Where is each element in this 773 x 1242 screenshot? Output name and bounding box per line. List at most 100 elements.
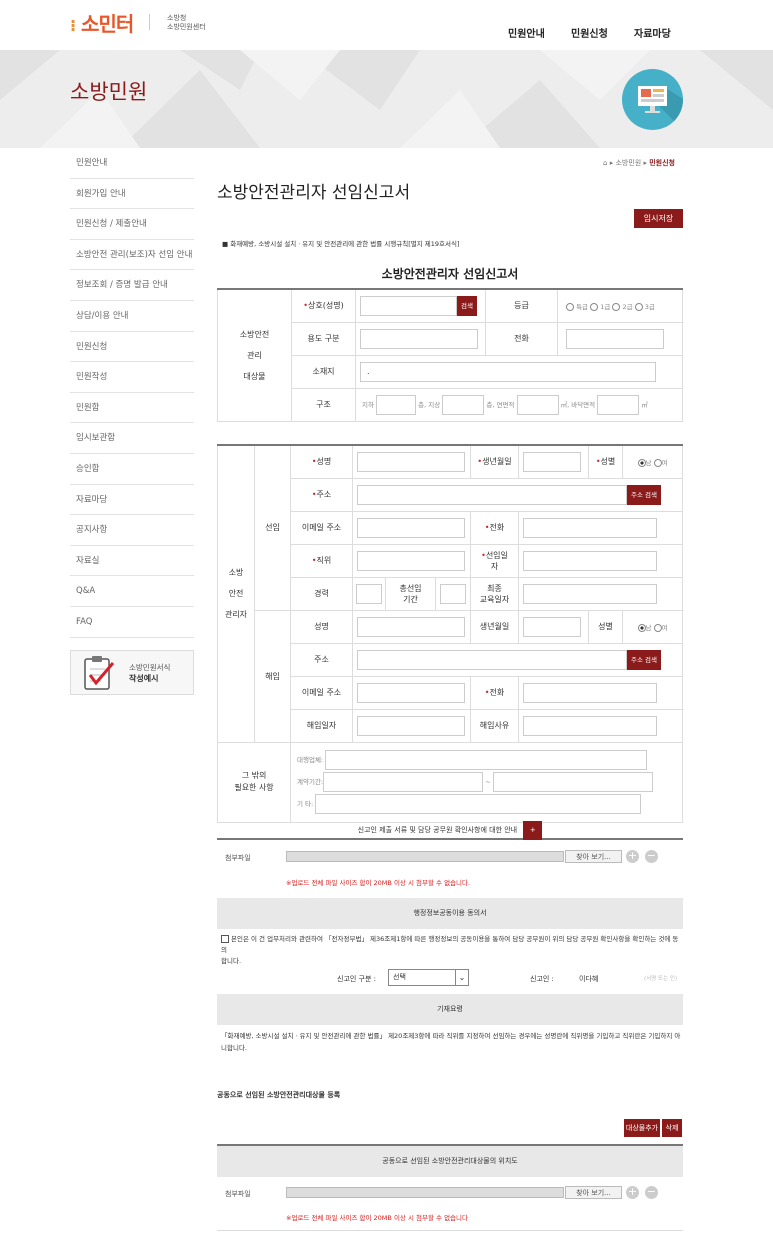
- grade-radio-1[interactable]: [590, 302, 599, 311]
- sidebar-item-notice[interactable]: 공지사항: [70, 515, 194, 546]
- sidebar-item-consult-guide[interactable]: 상담/이용 안내: [70, 301, 194, 332]
- appoint-name-input[interactable]: [357, 451, 465, 472]
- dismiss-name-input[interactable]: [357, 616, 465, 637]
- sidebar: 민원안내 회원가입 안내 민원신청 / 제출안내 소방안전 관리(보조)자 선임…: [70, 148, 194, 695]
- grade-radio-special[interactable]: [566, 302, 574, 311]
- sidebar-item-apply[interactable]: 민원신청: [70, 332, 194, 363]
- joint-title: 공동으로 선임된 소방안전관리대상물 등록: [217, 1091, 341, 1099]
- dismiss-birth-input[interactable]: [523, 616, 581, 637]
- dismiss-addr-search-button[interactable]: 주소 검색: [627, 649, 661, 670]
- grade-radio-2[interactable]: [612, 302, 621, 311]
- joint-add-file-icon[interactable]: +: [626, 1186, 639, 1199]
- consent-checkbox[interactable]: [221, 935, 229, 943]
- sidebar-item-temp[interactable]: 임시보관함: [70, 423, 194, 454]
- add-target-button[interactable]: 대상물추가: [624, 1119, 660, 1137]
- use-label: 용도 구분: [291, 321, 356, 356]
- dismiss-reason-input[interactable]: [523, 715, 657, 736]
- site-logo[interactable]: ⁝ 소민터: [70, 8, 134, 37]
- dismiss-email-label: 이메일 주소: [290, 675, 353, 710]
- appoint-birth-input[interactable]: [523, 451, 581, 472]
- dismiss-addr-input[interactable]: [357, 649, 627, 670]
- career-label: 경력: [290, 576, 353, 611]
- appoint-phone-label: •전화: [470, 510, 519, 545]
- nav-civil-guide[interactable]: 민원안내: [508, 25, 545, 40]
- dismiss-gender-female-radio[interactable]: [653, 623, 662, 632]
- name-input[interactable]: [360, 295, 457, 316]
- applicant-type-select[interactable]: 선택 ⌄: [388, 969, 469, 986]
- floor-area-input[interactable]: [597, 394, 640, 415]
- example-line2: 작성예시: [129, 673, 159, 683]
- grade-radio-3[interactable]: [634, 302, 643, 311]
- appoint-position-input[interactable]: [357, 550, 465, 571]
- monitor-icon: [622, 69, 683, 130]
- attach-browse-button[interactable]: 찾아 보기...: [565, 850, 622, 863]
- home-icon[interactable]: ⌂: [603, 159, 607, 167]
- address-input[interactable]: .: [360, 361, 656, 382]
- form-title: 소방안전관리자 선임신고서: [381, 267, 519, 281]
- sidebar-item-archive[interactable]: 자료실: [70, 546, 194, 577]
- career-input[interactable]: [356, 583, 382, 604]
- applicant-label: 신고인 :: [530, 975, 554, 983]
- appoint-gender-female-radio[interactable]: [653, 458, 662, 467]
- sidebar-item-signup-guide[interactable]: 회원가입 안내: [70, 179, 194, 210]
- sidebar-item-manager-guide[interactable]: 소방안전 관리(보조)자 선임 안내: [70, 240, 194, 271]
- appoint-date-input[interactable]: [523, 550, 657, 571]
- appoint-gender-male-radio[interactable]: [637, 458, 646, 467]
- agency-input[interactable]: [325, 750, 648, 770]
- form-example-banner[interactable]: 소방민원서식 작성예시: [70, 649, 194, 695]
- nav-civil-apply[interactable]: 민원신청: [571, 25, 608, 40]
- dismiss-phone-label: •전화: [470, 675, 519, 710]
- underground-floors-input[interactable]: [376, 394, 417, 415]
- above-floors-input[interactable]: [442, 394, 485, 415]
- appoint-addr-input[interactable]: [357, 484, 627, 505]
- period-end-input[interactable]: [492, 772, 653, 792]
- total-area-input[interactable]: [516, 394, 559, 415]
- sidebar-item-cert-guide[interactable]: 정보조회 / 증명 발급 안내: [70, 270, 194, 301]
- etc-input[interactable]: [315, 794, 642, 814]
- dismiss-date-input[interactable]: [357, 715, 465, 736]
- sidebar-item-inbox[interactable]: 민원함: [70, 393, 194, 424]
- sidebar-item-resources[interactable]: 자료마당: [70, 485, 194, 516]
- joint-attach-browse-button[interactable]: 찾아 보기...: [565, 1186, 622, 1199]
- remove-file-icon[interactable]: −: [645, 850, 658, 863]
- appoint-addr-search-button[interactable]: 주소 검색: [627, 484, 661, 505]
- sidebar-item-submit-guide[interactable]: 민원신청 / 제출안내: [70, 209, 194, 240]
- sidebar-item-write[interactable]: 민원작성: [70, 362, 194, 393]
- crumb-sep: ▸: [643, 159, 647, 167]
- nav-resources[interactable]: 자료마당: [634, 25, 671, 40]
- delete-target-button[interactable]: 삭제: [662, 1119, 682, 1137]
- page-title: 소방안전관리자 선임신고서: [217, 183, 411, 203]
- dismiss-gender-male-radio[interactable]: [637, 623, 646, 632]
- other-label: 그 밖의 필요한 사항: [217, 741, 291, 823]
- sidebar-item-civil-guide[interactable]: 민원안내: [70, 148, 194, 179]
- appoint-email-input[interactable]: [357, 517, 465, 538]
- period-start-input[interactable]: [323, 772, 484, 792]
- crumb-sep: ▸: [609, 159, 614, 167]
- applicant-type-label: 신고인 구분 :: [337, 975, 377, 983]
- appoint-email-label: 이메일 주소: [290, 510, 353, 545]
- crumb-mid[interactable]: 소방민원: [615, 159, 641, 167]
- notice-expand-button[interactable]: +: [523, 821, 543, 840]
- bottom-divider: [217, 1230, 683, 1231]
- dismiss-phone-input[interactable]: [523, 682, 657, 703]
- sidebar-item-faq[interactable]: FAQ: [70, 607, 194, 638]
- appoint-addr-label: •주소: [290, 477, 353, 512]
- appoint-birth-label: •생년월일: [470, 444, 519, 479]
- consent-title: 행정정보공동이용 동의서: [217, 898, 683, 929]
- attach-path-field[interactable]: [286, 851, 564, 862]
- add-file-icon[interactable]: +: [626, 850, 639, 863]
- use-input[interactable]: [360, 328, 478, 349]
- law-reference: ■ 화재예방, 소방시설 설치ㆍ유지 및 안전관리에 관한 법률 시행규칙[별지…: [222, 240, 460, 248]
- appoint-phone-input[interactable]: [523, 517, 657, 538]
- total-period-input[interactable]: [440, 583, 466, 604]
- target-phone-input[interactable]: [566, 328, 664, 349]
- joint-attach-path-field[interactable]: [286, 1187, 564, 1198]
- sidebar-item-approved[interactable]: 승인함: [70, 454, 194, 485]
- temp-save-button[interactable]: 임시저장: [634, 209, 683, 228]
- sidebar-item-qna[interactable]: Q&A: [70, 576, 194, 607]
- dismiss-email-input[interactable]: [357, 682, 465, 703]
- edu-date-input[interactable]: [523, 583, 657, 604]
- name-search-button[interactable]: 검색: [457, 295, 477, 316]
- joint-remove-file-icon[interactable]: −: [645, 1186, 658, 1199]
- edu-date-label: 최종 교육일자: [470, 576, 519, 611]
